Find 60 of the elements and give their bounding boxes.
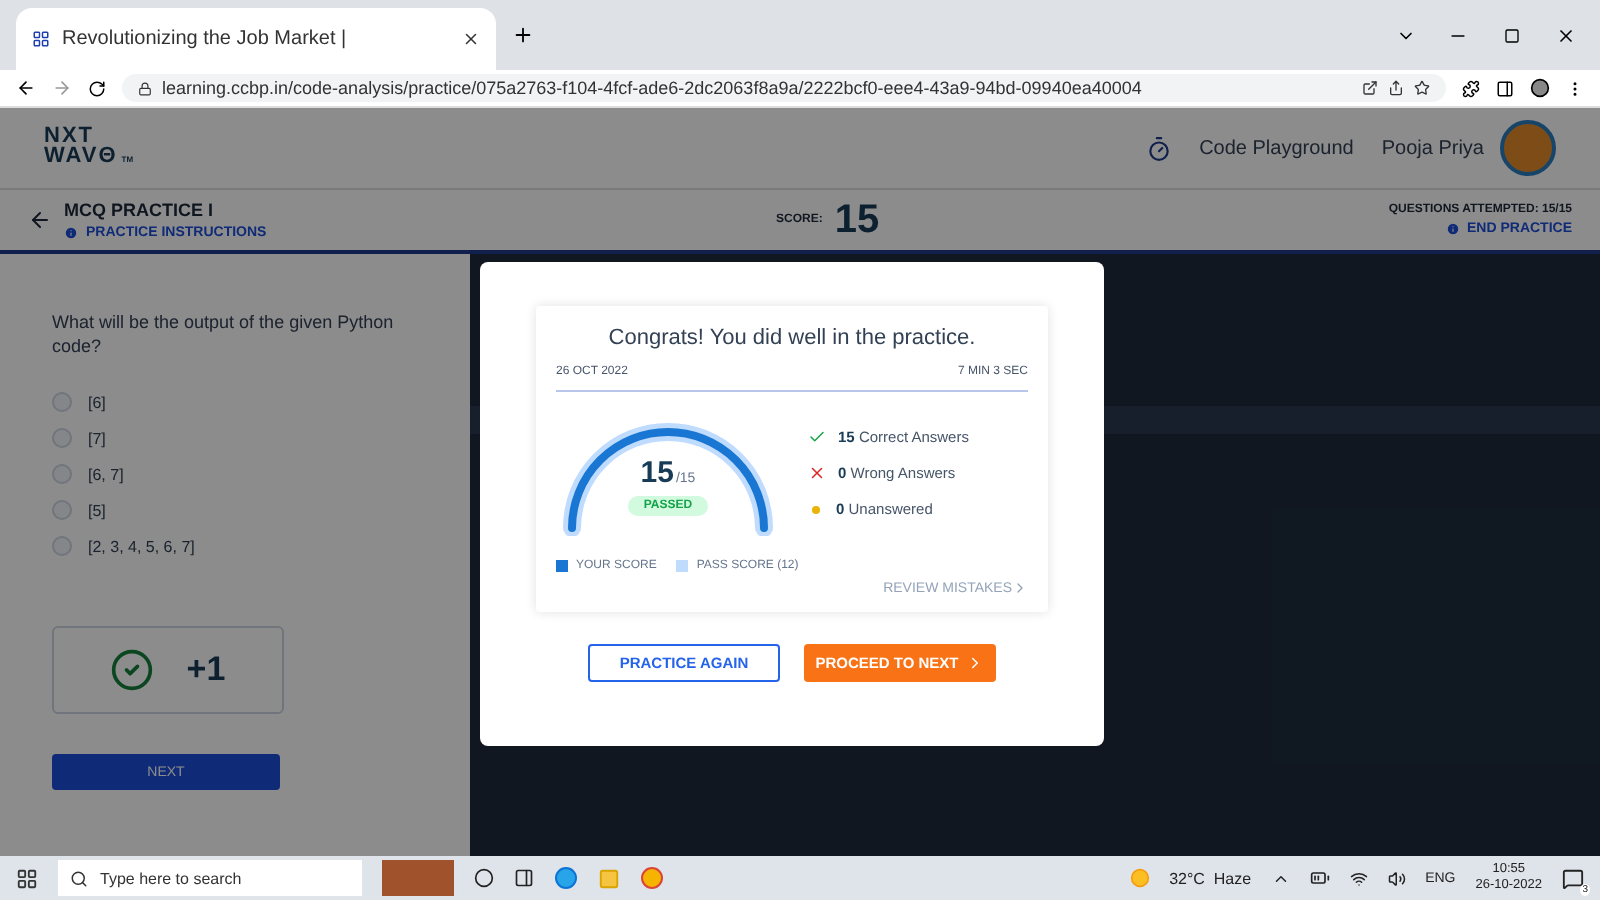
chevron-icon: [1012, 580, 1028, 596]
reload-icon[interactable]: [88, 79, 106, 97]
share-icon[interactable]: [1388, 80, 1404, 96]
modal-title: Congrats! You did well in the practice.: [606, 326, 978, 350]
answer-option[interactable]: [5]: [52, 498, 418, 522]
stopwatch-icon[interactable]: [1145, 135, 1172, 161]
weather-text: 32°C Haze: [1169, 869, 1252, 887]
search-highlight-picture: [382, 860, 454, 896]
wifi-icon: [1349, 869, 1368, 887]
info-icon: [1445, 222, 1459, 236]
maximize-icon[interactable]: [1504, 27, 1520, 43]
answer-option[interactable]: [7]: [52, 426, 418, 450]
info-icon: [64, 226, 78, 240]
code-playground-link[interactable]: Code Playground: [1199, 137, 1354, 159]
browser-tab[interactable]: Revolutionizing the Job Market |: [16, 8, 496, 70]
volume-icon: [1387, 869, 1406, 887]
open-icon[interactable]: [1362, 80, 1378, 96]
score-value: 15: [640, 456, 674, 490]
check-circle-icon: [110, 648, 155, 692]
points-text: +1: [186, 650, 226, 690]
taskbar-search[interactable]: Type here to search: [58, 860, 362, 896]
favicon-icon: [32, 30, 50, 48]
url-text: learning.ccbp.in/code-analysis/practice/075a2763-f104-4fcf-ade6-2dc2063f8a9a/2222bcf0-eee4-43a9-94bd-09940ea40004: [162, 78, 1142, 98]
tab-title: Revolutionizing the Job Market |: [62, 28, 347, 50]
lock-icon: [138, 81, 152, 95]
cortana-icon[interactable]: [474, 868, 494, 888]
side-panel-icon[interactable]: [1496, 79, 1514, 97]
legend-swatch: [676, 560, 689, 572]
cross-icon: [808, 464, 826, 482]
radio-button[interactable]: [52, 392, 72, 412]
close-window-icon[interactable]: [1556, 25, 1576, 45]
radio-button[interactable]: [52, 536, 72, 556]
notifications-icon[interactable]: [1562, 867, 1584, 889]
bookmark-star-icon[interactable]: [1414, 80, 1430, 96]
profile-icon[interactable]: [1530, 78, 1550, 98]
answer-option[interactable]: [2, 3, 4, 5, 6, 7]: [52, 534, 418, 558]
radio-button[interactable]: [52, 428, 72, 448]
start-icon[interactable]: [16, 867, 38, 889]
question-text: What will be the output of the given Python code?: [52, 310, 396, 358]
user-name: Pooja Priya: [1381, 137, 1484, 159]
legend-swatch: [556, 560, 568, 572]
address-bar[interactable]: learning.ccbp.in/code-analysis/practice/075a2763-f104-4fcf-ade6-2dc2063f8a9a/2222bcf0-eee4-43a9-94bd-09940ea40004: [122, 74, 1446, 102]
dot-icon: [812, 505, 820, 513]
extensions-icon[interactable]: [1462, 79, 1480, 97]
check-icon: [808, 428, 826, 446]
back-arrow-icon[interactable]: [28, 208, 52, 232]
answer-option[interactable]: [6, 7]: [52, 462, 418, 486]
forward-icon[interactable]: [52, 78, 72, 98]
battery-icon: [1309, 868, 1330, 888]
practice-title: MCQ PRACTICE I: [64, 200, 214, 220]
back-icon[interactable]: [16, 78, 36, 98]
avatar: [1500, 120, 1556, 176]
score-value: 15: [834, 197, 880, 243]
task-view-icon[interactable]: [514, 868, 534, 888]
new-tab-icon[interactable]: [512, 24, 534, 46]
search-icon: [70, 869, 88, 887]
close-icon[interactable]: [462, 30, 480, 48]
radio-button[interactable]: [52, 500, 72, 520]
answer-option[interactable]: [6]: [52, 390, 418, 414]
radio-button[interactable]: [52, 464, 72, 484]
